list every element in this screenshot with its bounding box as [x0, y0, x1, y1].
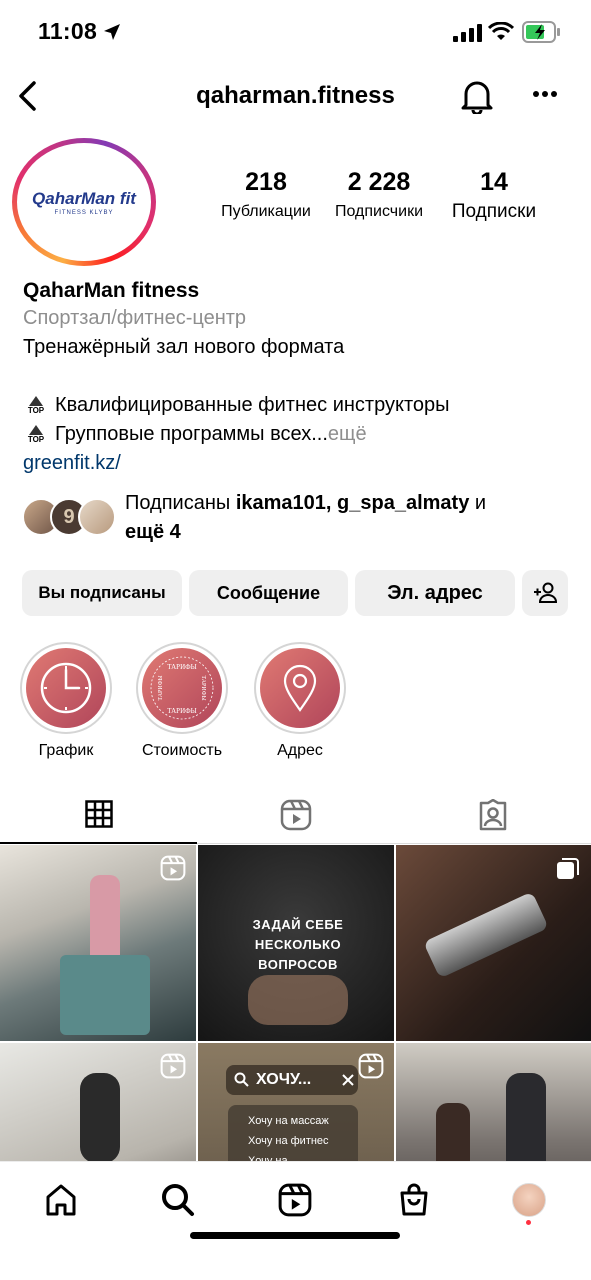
profile-username: qaharman.fitness	[196, 82, 395, 109]
location-pin-icon	[283, 664, 317, 712]
profile-tabs	[0, 786, 591, 844]
highlight-label: График	[38, 742, 94, 759]
avatar-logo-subtext: FITNESS KLYBY	[54, 209, 114, 216]
followed-by-users: ikama101, g_spa_almaty	[235, 492, 470, 514]
nav-shop[interactable]	[394, 1180, 434, 1220]
svg-text:ТАРИФЫ: ТАРИФЫ	[167, 707, 197, 715]
bio-line-2-text: Квалифицированные фитнес инструкторы	[55, 394, 450, 416]
post-overlay-text: ЗАДАЙ СЕБЕ НЕСКОЛЬКО ВОПРОСОВ	[252, 917, 344, 972]
home-icon	[46, 1184, 76, 1216]
profile-name: QaharMan fitness	[23, 279, 200, 302]
more-options-icon[interactable]	[532, 90, 558, 98]
svg-text:ТАРИФЫ: ТАРИФЫ	[200, 675, 206, 701]
notification-dot	[526, 1220, 531, 1225]
bio-line-1: Тренажёрный зал нового формата	[23, 336, 345, 358]
followed-by-and: и	[469, 492, 487, 514]
bell-icon[interactable]	[460, 78, 494, 114]
followed-by-more: ещё 4	[125, 521, 181, 543]
nav-reels[interactable]	[275, 1180, 315, 1220]
grid-icon	[84, 800, 113, 828]
status-bar: 11:08	[0, 0, 591, 64]
location-arrow-icon	[104, 24, 120, 40]
reels-icon	[280, 799, 311, 830]
bio-line-3-text: Групповые программы всех...	[55, 423, 328, 445]
grid-post[interactable]	[0, 845, 196, 1041]
highlight-schedule[interactable]: График	[18, 642, 114, 760]
top-emoji-icon: TOP	[23, 425, 49, 444]
reels-icon	[278, 1183, 312, 1217]
profile-avatar[interactable]: QaharMan fit FITNESS KLYBY	[12, 138, 156, 266]
grid-post[interactable]: ЗАДАЙ СЕБЕ НЕСКОЛЬКО ВОПРОСОВ	[198, 845, 394, 1041]
reels-badge-icon	[358, 1053, 384, 1079]
followed-by-avatars[interactable]: 9	[22, 496, 116, 538]
stat-posts-value: 218	[245, 168, 287, 196]
reels-badge-icon	[160, 855, 186, 881]
clock-icon	[40, 662, 92, 714]
post-dumbbell	[423, 891, 549, 979]
battery-icon	[522, 21, 560, 43]
stat-followers-label: Подписчики	[334, 203, 423, 220]
signal-icon	[453, 24, 482, 42]
close-icon	[342, 1074, 354, 1086]
suggest-people-button[interactable]	[522, 570, 568, 616]
svg-text:ТАРИФЫ: ТАРИФЫ	[167, 663, 197, 671]
stat-posts[interactable]: 218 Публикации	[210, 168, 322, 221]
highlight-label: Адрес	[277, 742, 323, 759]
highlight-label: Стоимость	[141, 742, 223, 759]
avatar-logo-text: QaharMan fit	[32, 188, 136, 208]
posts-grid: ЗАДАЙ СЕБЕ НЕСКОЛЬКО ВОПРОСОВ ХОЧУ... Хо…	[0, 845, 591, 1239]
tab-tagged[interactable]	[394, 786, 591, 844]
post-machine	[60, 955, 150, 1035]
post-figure	[80, 1073, 120, 1163]
reels-badge-icon	[160, 1053, 186, 1079]
price-stamp-icon: ТАРИФЫ ТАРИФЫ ТАРИФЫ ТАРИФЫ	[150, 656, 214, 720]
profile-avatar-icon	[512, 1183, 546, 1217]
stat-followers[interactable]: 2 228 Подписчики	[324, 168, 434, 221]
avatar-logo: QaharMan fit FITNESS KLYBY	[17, 143, 151, 261]
stat-following-label: Подписки	[451, 201, 537, 222]
profile-header: qaharman.fitness	[0, 70, 591, 120]
stat-followers-value: 2 228	[347, 168, 411, 196]
followed-by-text[interactable]: Подписаны ikama101, g_spa_almaty и ещё 4	[125, 489, 565, 547]
stat-posts-label: Публикации	[221, 203, 311, 220]
nav-home[interactable]	[41, 1180, 81, 1220]
follower-avatar	[78, 498, 116, 536]
highlight-price[interactable]: ТАРИФЫ ТАРИФЫ ТАРИФЫ ТАРИФЫ Стоимость	[134, 642, 230, 760]
highlight-address[interactable]: Адрес	[252, 642, 348, 760]
tab-posts[interactable]	[0, 786, 197, 844]
shopping-bag-icon	[400, 1183, 428, 1216]
grid-post[interactable]	[396, 845, 591, 1041]
tagged-user-icon	[479, 798, 506, 830]
status-time: 11:08	[38, 18, 98, 44]
bottom-nav	[0, 1161, 591, 1280]
email-button[interactable]: Эл. адрес	[355, 570, 515, 616]
profile-website-link[interactable]: greenfit.kz/	[23, 449, 121, 478]
bio-line-2: TOP Квалифицированные фитнес инструкторы	[23, 391, 450, 420]
carousel-badge-icon	[557, 858, 579, 879]
stat-following[interactable]: 14 Подписки	[438, 168, 550, 223]
svg-text:ТАРИФЫ: ТАРИФЫ	[158, 675, 164, 701]
followed-by-prefix: Подписаны	[125, 492, 236, 514]
nav-profile[interactable]	[509, 1180, 549, 1220]
tab-reels[interactable]	[197, 786, 394, 844]
message-button[interactable]: Сообщение	[189, 570, 348, 616]
wifi-icon	[488, 22, 514, 40]
add-person-icon	[534, 582, 557, 603]
bio-line-3: TOP Групповые программы всех... ещё	[23, 420, 367, 449]
following-button[interactable]: Вы подписаны	[22, 570, 182, 616]
top-emoji-icon: TOP	[23, 396, 49, 415]
search-icon	[234, 1072, 249, 1087]
profile-category: Спортзал/фитнес-центр	[23, 307, 247, 329]
bio-more-link[interactable]: ещё	[328, 420, 367, 449]
post-hands	[248, 975, 348, 1025]
nav-search[interactable]	[158, 1180, 198, 1220]
home-indicator	[190, 1232, 400, 1239]
stat-following-value: 14	[480, 168, 508, 196]
search-icon	[162, 1184, 194, 1216]
